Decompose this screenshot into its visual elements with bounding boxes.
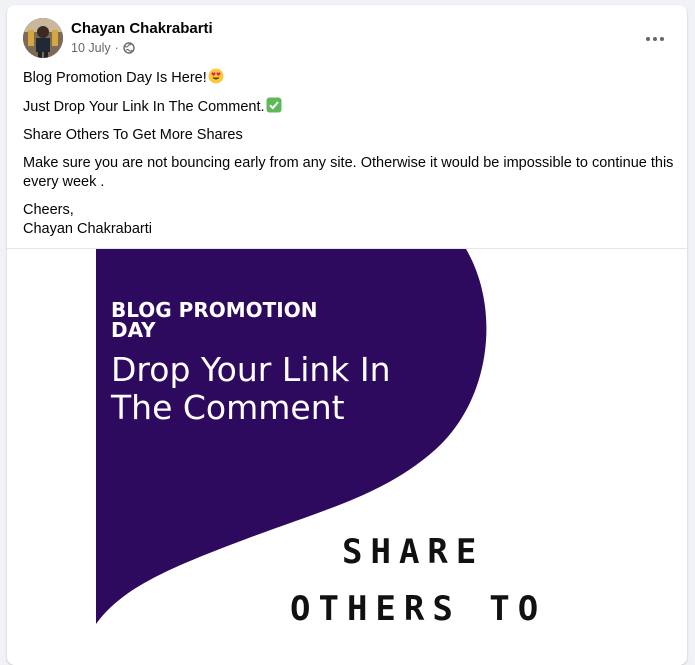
globe-icon[interactable] bbox=[123, 42, 135, 54]
post-line: Blog Promotion Day Is Here! bbox=[23, 68, 678, 88]
author-avatar[interactable] bbox=[23, 18, 63, 58]
meta-separator: · bbox=[114, 41, 119, 55]
image-heading-2: DAY bbox=[111, 318, 156, 342]
share-text-line-1: SHARE bbox=[342, 532, 485, 572]
post-card: Chayan Chakrabarti 10 July · Blog Promot… bbox=[7, 5, 687, 665]
post-line: Chayan Chakrabarti bbox=[23, 221, 152, 237]
image-subtitle: Drop Your Link In bbox=[111, 350, 391, 389]
post-meta: 10 July · bbox=[71, 41, 135, 55]
post-line: Make sure you are not bouncing early fro… bbox=[23, 155, 674, 190]
author-name[interactable]: Chayan Chakrabarti bbox=[71, 20, 213, 37]
heart-eyes-emoji bbox=[208, 68, 224, 84]
share-text-line-2: OTHERS TO bbox=[290, 589, 547, 629]
image-subtitle-2: The Comment bbox=[110, 388, 345, 427]
post-line: Share Others To Get More Shares bbox=[23, 127, 243, 143]
check-mark-emoji bbox=[266, 97, 282, 113]
post-line: Cheers, bbox=[23, 202, 74, 218]
ellipsis-icon bbox=[646, 37, 650, 41]
post-text: Blog Promotion Day Is Here! Just Drop Yo… bbox=[23, 68, 678, 248]
post-line: Just Drop Your Link In The Comment. bbox=[23, 97, 678, 117]
more-options-button[interactable] bbox=[637, 21, 673, 57]
post-image[interactable]: BLOG PROMOTION DAY Drop Your Link In The… bbox=[7, 249, 687, 665]
post-date[interactable]: 10 July bbox=[71, 41, 111, 55]
